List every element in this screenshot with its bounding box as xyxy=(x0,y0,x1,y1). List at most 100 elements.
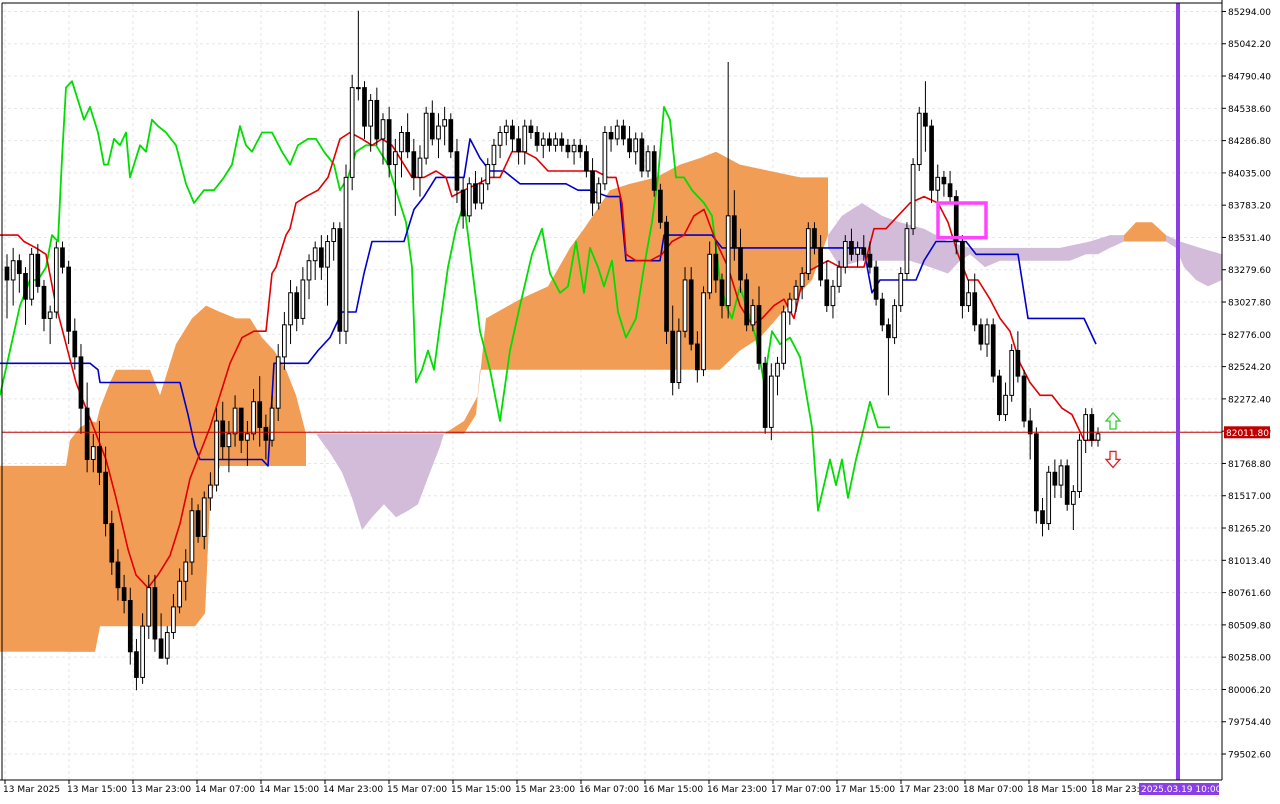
y-tick-label: 83531.40 xyxy=(1228,234,1271,244)
candle[interactable] xyxy=(29,247,35,306)
candle[interactable] xyxy=(1009,344,1015,402)
candle-body xyxy=(479,183,484,204)
candle-body xyxy=(867,253,873,268)
candle-body xyxy=(473,183,478,204)
y-tick-label: 80006.20 xyxy=(1228,686,1271,696)
candle[interactable] xyxy=(916,106,922,171)
candle[interactable] xyxy=(602,126,608,191)
y-tick-label: 81517.00 xyxy=(1228,492,1271,502)
candle-body xyxy=(553,138,558,146)
candle-body xyxy=(183,561,189,582)
candle-body xyxy=(621,125,626,140)
candle[interactable] xyxy=(762,356,768,434)
candle[interactable] xyxy=(929,119,934,204)
candle-body xyxy=(134,651,139,678)
candle[interactable] xyxy=(892,299,897,345)
candle-body xyxy=(590,170,595,204)
candle[interactable] xyxy=(639,132,645,178)
candle-body xyxy=(1083,414,1089,441)
candle-body xyxy=(855,247,860,255)
candle-body xyxy=(257,401,263,428)
candle[interactable] xyxy=(1034,427,1039,524)
candle[interactable] xyxy=(343,164,349,345)
candle[interactable] xyxy=(423,106,429,165)
candle-body xyxy=(208,484,213,499)
y-tick-label: 81768.80 xyxy=(1228,460,1271,470)
candle-body xyxy=(337,228,343,332)
candle-body xyxy=(164,632,170,659)
candle-body xyxy=(201,497,207,537)
candle[interactable] xyxy=(651,145,657,197)
candle[interactable] xyxy=(337,222,343,345)
x-tick-label: 16 Mar 23:00 xyxy=(707,785,767,795)
candle-body xyxy=(220,420,226,448)
candle-body xyxy=(343,176,349,332)
candle[interactable] xyxy=(349,74,355,191)
candle-body xyxy=(534,132,540,146)
candle-body xyxy=(53,247,59,313)
candle[interactable] xyxy=(53,241,59,319)
candle-body xyxy=(115,561,121,589)
candle-body xyxy=(368,99,374,127)
candle[interactable] xyxy=(701,286,706,377)
candle[interactable] xyxy=(960,235,965,319)
candle-body xyxy=(584,151,589,172)
candle[interactable] xyxy=(873,260,879,306)
candle-body xyxy=(892,305,897,339)
y-tick-label: 83279.60 xyxy=(1228,266,1271,276)
candle-body xyxy=(109,523,115,563)
candle-body xyxy=(984,324,990,345)
candle-body xyxy=(688,279,694,345)
candle-body xyxy=(738,247,743,281)
candle-body xyxy=(269,407,275,441)
candle[interactable] xyxy=(1021,369,1027,428)
candle-body xyxy=(707,253,713,294)
candle-body xyxy=(923,112,928,127)
candle-body xyxy=(516,138,521,153)
candle[interactable] xyxy=(658,183,663,229)
y-tick-label: 85294.00 xyxy=(1228,8,1271,18)
candle[interactable] xyxy=(466,177,472,223)
candle[interactable] xyxy=(990,318,996,383)
candle[interactable] xyxy=(781,305,786,370)
candle-body xyxy=(886,324,891,339)
candle[interactable] xyxy=(898,267,904,313)
x-tick-label: 13 Mar 2025 xyxy=(3,785,60,795)
candle[interactable] xyxy=(997,369,1002,421)
candle[interactable] xyxy=(1046,465,1052,530)
candle-body xyxy=(454,151,460,191)
x-tick-label: 18 Mar 07:00 xyxy=(963,785,1023,795)
candle-body xyxy=(1034,433,1039,512)
candle-body xyxy=(577,144,583,153)
y-tick-label: 84035.00 xyxy=(1228,169,1271,179)
candle-body xyxy=(799,273,805,287)
candle[interactable] xyxy=(448,113,454,159)
candle[interactable] xyxy=(66,260,71,345)
candle-body xyxy=(701,292,706,371)
candle[interactable] xyxy=(664,215,669,345)
candle-body xyxy=(362,87,367,127)
candle-body xyxy=(448,119,454,153)
x-tick-label: 18 Mar 15:00 xyxy=(1027,785,1087,795)
candle-body xyxy=(1003,394,1008,416)
candle[interactable] xyxy=(1064,459,1070,511)
candle[interactable] xyxy=(1077,433,1082,498)
candle-body xyxy=(997,375,1002,416)
candle[interactable] xyxy=(910,158,916,236)
candle-body xyxy=(232,407,238,435)
candle[interactable] xyxy=(688,267,694,351)
candle-body xyxy=(1040,510,1045,525)
candle[interactable] xyxy=(805,222,811,280)
candle[interactable] xyxy=(214,408,219,492)
candle-body xyxy=(596,183,602,204)
x-tick-label: 13 Mar 23:00 xyxy=(131,785,191,795)
y-tick-label: 83027.80 xyxy=(1228,299,1271,309)
candle[interactable] xyxy=(904,222,910,280)
x-tick-label: 17 Mar 15:00 xyxy=(835,785,895,795)
candle-body xyxy=(423,112,429,159)
candle-body xyxy=(503,125,509,134)
candle-body xyxy=(10,260,16,281)
candle[interactable] xyxy=(744,273,750,332)
candle-body xyxy=(756,305,762,364)
candle-body xyxy=(614,125,620,140)
